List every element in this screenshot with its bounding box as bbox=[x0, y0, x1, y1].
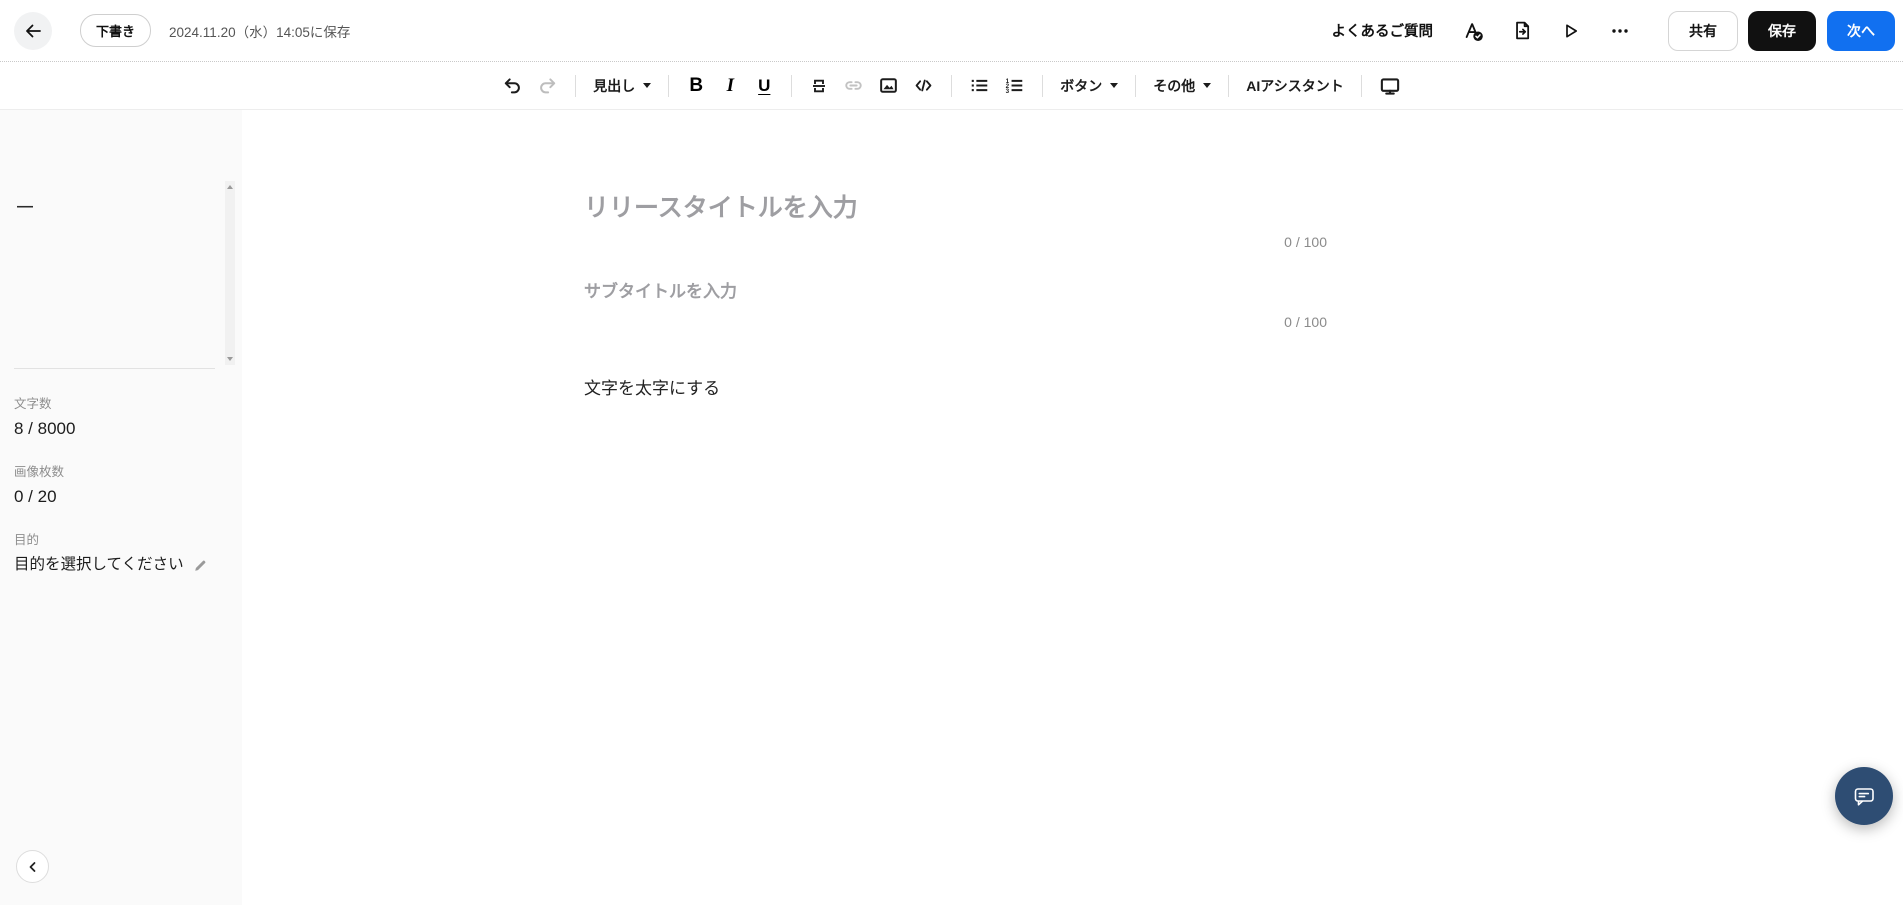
image-button[interactable] bbox=[871, 66, 906, 106]
subtitle-char-counter: 0 / 100 bbox=[1284, 314, 1327, 330]
image-count-value: 0 / 20 bbox=[14, 487, 57, 506]
proofread-button[interactable] bbox=[1455, 13, 1491, 49]
collapse-sidebar-button[interactable] bbox=[16, 850, 49, 883]
release-body-editor[interactable]: 文字を太字にする bbox=[584, 376, 1327, 402]
image-count-label: 画像枚数 bbox=[14, 465, 65, 479]
bullet-list-icon bbox=[969, 75, 990, 96]
more-options-button[interactable] bbox=[1602, 13, 1638, 49]
purpose-block: 目的 目的を選択してください bbox=[14, 533, 208, 576]
heading-dropdown[interactable]: 見出し bbox=[586, 66, 658, 106]
faq-link[interactable]: よくあるご質問 bbox=[1332, 20, 1434, 41]
editor-toolbar: 見出し B I U 123 ボタン その他 AIアシスタント bbox=[0, 62, 1903, 110]
bullet-list-button[interactable] bbox=[962, 66, 997, 106]
toolbar-divider bbox=[1042, 74, 1044, 97]
play-icon bbox=[1561, 21, 1581, 41]
svg-text:3: 3 bbox=[1006, 88, 1010, 95]
toolbar-divider bbox=[1135, 74, 1137, 97]
purpose-label: 目的 bbox=[14, 533, 40, 547]
edit-purpose-button[interactable] bbox=[193, 558, 208, 573]
status-badge: 下書き bbox=[80, 14, 152, 47]
image-count-block: 画像枚数 0 / 20 bbox=[14, 465, 208, 508]
save-button[interactable]: 保存 bbox=[1748, 10, 1816, 51]
undo-button[interactable] bbox=[495, 66, 530, 106]
others-menu-label: その他 bbox=[1153, 77, 1196, 94]
button-menu-label: ボタン bbox=[1060, 77, 1103, 94]
chevron-left-icon bbox=[27, 861, 39, 873]
back-button[interactable] bbox=[14, 11, 52, 50]
heading-dropdown-label: 見出し bbox=[593, 77, 636, 94]
scrollbar-up-arrow-icon[interactable] bbox=[227, 185, 233, 189]
toolbar-divider bbox=[951, 74, 953, 97]
toolbar-divider bbox=[575, 74, 577, 97]
editor-main: リリースタイトルを入力 0 / 100 サブタイトルを入力 0 / 100 文字… bbox=[242, 110, 1903, 905]
toolbar-divider bbox=[1360, 74, 1362, 97]
code-button[interactable] bbox=[906, 66, 941, 106]
pencil-icon bbox=[193, 558, 208, 573]
sidebar-divider bbox=[14, 368, 215, 369]
sidebar-scrollbar[interactable] bbox=[225, 181, 235, 365]
toolbar-divider bbox=[1228, 74, 1230, 97]
underline-button[interactable]: U bbox=[747, 66, 781, 106]
sidebar-stats: 文字数 8 / 8000 画像枚数 0 / 20 目的 目的を選択してください bbox=[14, 397, 208, 601]
top-header: 下書き 2024.11.20（水）14:05に保存 よくあるご質問 共有 保存 … bbox=[0, 0, 1903, 62]
share-button[interactable]: 共有 bbox=[1668, 10, 1738, 51]
link-button[interactable] bbox=[836, 66, 871, 106]
release-document: リリースタイトルを入力 0 / 100 サブタイトルを入力 0 / 100 文字… bbox=[584, 110, 1327, 402]
saved-timestamp: 2024.11.20（水）14:05に保存 bbox=[169, 24, 351, 40]
document-arrow-icon bbox=[1512, 20, 1533, 41]
chevron-down-icon bbox=[1203, 83, 1212, 88]
button-menu-dropdown[interactable]: ボタン bbox=[1053, 66, 1125, 106]
release-title-input[interactable]: リリースタイトルを入力 bbox=[584, 191, 1327, 225]
chevron-down-icon bbox=[643, 83, 652, 88]
bold-icon: B bbox=[689, 74, 704, 96]
next-button[interactable]: 次へ bbox=[1827, 10, 1895, 51]
export-document-button[interactable] bbox=[1504, 13, 1540, 49]
title-char-counter: 0 / 100 bbox=[1284, 234, 1327, 250]
redo-button[interactable] bbox=[530, 66, 565, 106]
sidebar: — 文字数 8 / 8000 画像枚数 0 / 20 目的 目的を選択してくださ… bbox=[0, 110, 242, 905]
char-count-block: 文字数 8 / 8000 bbox=[14, 397, 208, 440]
chevron-down-icon bbox=[1110, 83, 1119, 88]
outline-item-title[interactable]: — bbox=[17, 198, 33, 216]
char-count-value: 8 / 8000 bbox=[14, 419, 76, 438]
redo-icon bbox=[537, 75, 558, 96]
purpose-value: 目的を選択してください bbox=[14, 556, 184, 573]
proofread-a-check-icon bbox=[1462, 20, 1484, 42]
section-break-icon bbox=[809, 76, 829, 96]
toolbar-divider bbox=[791, 74, 793, 97]
undo-icon bbox=[502, 75, 523, 96]
release-subtitle-input[interactable]: サブタイトルを入力 bbox=[584, 280, 1327, 304]
toolbar-divider bbox=[668, 74, 670, 97]
italic-icon: I bbox=[726, 74, 734, 96]
underline-icon: U bbox=[758, 75, 771, 95]
numbered-list-icon: 123 bbox=[1004, 75, 1025, 96]
ai-assistant-label: AIアシスタント bbox=[1246, 77, 1344, 94]
header-left: 下書き 2024.11.20（水）14:05に保存 bbox=[14, 11, 351, 50]
italic-button[interactable]: I bbox=[713, 66, 747, 106]
numbered-list-button[interactable]: 123 bbox=[997, 66, 1032, 106]
ellipsis-icon bbox=[1610, 21, 1630, 41]
chat-support-button[interactable] bbox=[1835, 767, 1893, 825]
code-icon bbox=[913, 75, 934, 96]
link-icon bbox=[843, 75, 864, 96]
others-menu-dropdown[interactable]: その他 bbox=[1146, 66, 1218, 106]
display-preview-button[interactable] bbox=[1372, 66, 1408, 106]
back-arrow-icon bbox=[23, 21, 43, 41]
preview-play-button[interactable] bbox=[1553, 13, 1589, 49]
header-right: よくあるご質問 共有 保存 次へ bbox=[1332, 10, 1895, 51]
scrollbar-down-arrow-icon[interactable] bbox=[227, 357, 233, 361]
section-divider-button[interactable] bbox=[802, 66, 836, 106]
chat-bubble-icon bbox=[1849, 781, 1879, 811]
ai-assistant-button[interactable]: AIアシスタント bbox=[1239, 66, 1350, 106]
monitor-icon bbox=[1379, 75, 1401, 97]
char-count-label: 文字数 bbox=[14, 397, 52, 411]
bold-button[interactable]: B bbox=[679, 66, 713, 106]
app-body: — 文字数 8 / 8000 画像枚数 0 / 20 目的 目的を選択してくださ… bbox=[0, 110, 1903, 905]
image-icon bbox=[878, 75, 899, 96]
